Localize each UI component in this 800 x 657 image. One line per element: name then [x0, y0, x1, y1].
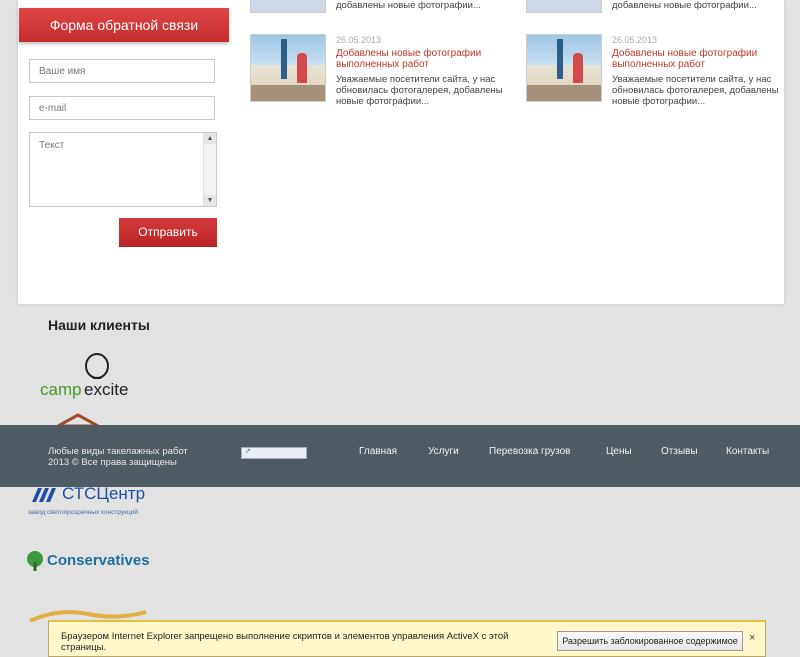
- footer-nav-home[interactable]: Главная: [359, 446, 397, 457]
- footer-nav-contacts[interactable]: Контакты: [726, 446, 769, 457]
- news-item: 26.05.2013 Добавлены новые фотографии вы…: [250, 34, 503, 114]
- campexcite-excite: excite: [84, 380, 129, 399]
- stc-center-logo[interactable]: СТСЦентр завод светопрозрачных конструкц…: [26, 484, 156, 520]
- news-thumbnail[interactable]: [250, 0, 326, 13]
- submit-button[interactable]: Отправить: [119, 218, 217, 247]
- news-thumbnail[interactable]: [526, 0, 602, 13]
- footer-copy-line1: Любые виды такелажных работ: [48, 446, 188, 457]
- photo-ground: [251, 85, 325, 101]
- footer: Любые виды такелажных работ 2013 © Все п…: [0, 425, 800, 487]
- photo-worker: [573, 53, 583, 83]
- house-icon: [57, 413, 99, 425]
- ie-security-bar: Браузером Internet Explorer запрещено вы…: [48, 620, 766, 657]
- news-item-partial[interactable]: добавлены новые фотографии...: [526, 0, 776, 16]
- photo-crane: [281, 39, 287, 79]
- news-excerpt: добавлены новые фотографии...: [612, 0, 757, 11]
- news-item: 26.05.2013 Добавлены новые фотографии вы…: [526, 34, 779, 114]
- photo-worker: [297, 53, 307, 83]
- news-title-link[interactable]: Добавлены новые фотографии выполненных р…: [612, 48, 772, 70]
- conservatives-logo[interactable]: Conservatives: [24, 550, 154, 574]
- close-icon[interactable]: ×: [749, 632, 755, 644]
- allow-blocked-content-button[interactable]: Разрешить заблокированное содержимое: [557, 631, 743, 651]
- stc-center-name: СТСЦентр: [62, 484, 146, 503]
- news-date: 26.05.2013: [336, 35, 382, 45]
- campexcite-logo[interactable]: camp excite: [38, 352, 138, 402]
- message-textarea[interactable]: Текст ▲ ▼: [29, 132, 217, 207]
- ie-bar-message: Браузером Internet Explorer запрещено вы…: [61, 631, 509, 653]
- scroll-up-icon[interactable]: ▲: [204, 133, 216, 144]
- footer-copy-line2: 2013 © Все права защищены: [48, 457, 177, 468]
- news-excerpt: добавлены новые фотографии...: [336, 0, 481, 11]
- stc-center-tagline: завод светопрозрачных конструкций: [28, 509, 139, 516]
- clients-heading: Наши клиенты: [48, 317, 150, 333]
- news-excerpt: Уважаемые посетители сайта, у нас обнови…: [612, 74, 779, 107]
- stripes-icon: [32, 488, 56, 502]
- news-excerpt: Уважаемые посетители сайта, у нас обнови…: [336, 74, 503, 107]
- news-title-link[interactable]: Добавлены новые фотографии выполненных р…: [336, 48, 496, 70]
- news-item-partial[interactable]: добавлены новые фотографии...: [250, 0, 500, 16]
- email-field[interactable]: e-mail: [29, 96, 215, 120]
- news-date: 26.05.2013: [612, 35, 658, 45]
- textarea-scrollbar[interactable]: ▲ ▼: [203, 133, 216, 206]
- footer-nav-prices[interactable]: Цены: [606, 446, 632, 457]
- news-thumbnail[interactable]: [526, 34, 602, 102]
- scroll-down-icon[interactable]: ▼: [204, 195, 216, 206]
- photo-crane: [557, 39, 563, 79]
- tree-icon: [27, 551, 43, 571]
- footer-nav-services[interactable]: Услуги: [428, 446, 459, 457]
- campexcite-camp: camp: [40, 380, 82, 399]
- visit-counter-badge[interactable]: ↗: [241, 447, 307, 459]
- footer-nav-freight[interactable]: Перевозка грузов: [489, 446, 570, 457]
- counter-icon: ↗: [245, 448, 251, 455]
- footer-nav-reviews[interactable]: Отзывы: [661, 446, 698, 457]
- news-thumbnail[interactable]: [250, 34, 326, 102]
- feedback-form-title: Форма обратной связи: [19, 8, 229, 42]
- footer-copyright: Любые виды такелажных работ 2013 © Все п…: [48, 446, 188, 468]
- client-logo-partial[interactable]: [56, 413, 106, 425]
- photo-ground: [527, 85, 601, 101]
- conservatives-name: Conservatives: [47, 552, 150, 569]
- name-field[interactable]: Ваше имя: [29, 59, 215, 83]
- message-placeholder: Текст: [39, 140, 65, 151]
- lightbulb-icon: [85, 353, 109, 379]
